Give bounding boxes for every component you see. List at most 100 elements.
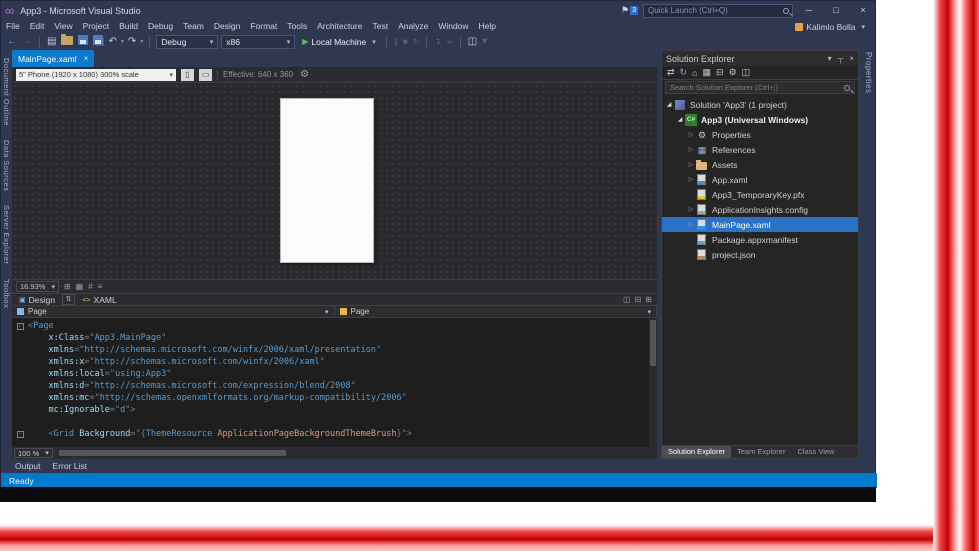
- undo-icon[interactable]: ↶: [107, 34, 117, 50]
- navigate-forward-icon[interactable]: →: [21, 34, 33, 50]
- tree-item-mainpage-xaml[interactable]: ▷ MainPage.xaml: [662, 217, 858, 232]
- device-preview-dropdown[interactable]: 5" Phone (1920 x 1080) 300% scale ▾: [16, 68, 176, 81]
- start-debugging-button[interactable]: ▶ Local Machine ▾: [298, 35, 379, 49]
- save-all-icon[interactable]: [92, 34, 104, 50]
- menu-project[interactable]: Project: [78, 20, 114, 33]
- menu-design[interactable]: Design: [209, 20, 245, 33]
- show-all-files-icon[interactable]: ▦: [703, 67, 712, 78]
- menu-test[interactable]: Test: [367, 20, 393, 33]
- expander-icon[interactable]: ▷: [686, 221, 696, 228]
- horizontal-scrollbar[interactable]: [56, 449, 655, 457]
- tool-tab-solution-explorer[interactable]: Solution Explorer: [662, 446, 732, 458]
- menu-tools[interactable]: Tools: [282, 20, 312, 33]
- side-tab-document-outline[interactable]: Document Outline: [2, 58, 11, 126]
- expand-pane-icon[interactable]: ⊞: [645, 295, 652, 304]
- landscape-orientation-icon[interactable]: ▭: [199, 68, 212, 81]
- tree-item-solution-app3-1-project[interactable]: ◢ Solution 'App3' (1 project): [662, 97, 858, 112]
- redo-dropdown-icon[interactable]: ▾: [140, 38, 143, 45]
- expander-icon[interactable]: ▷: [686, 131, 696, 138]
- designer-tool-icon-3[interactable]: ≡: [97, 282, 104, 291]
- properties-icon[interactable]: ⚙: [729, 67, 737, 78]
- sync-with-active-document-icon[interactable]: ⇄: [667, 67, 675, 78]
- tree-item-app3-temporarykey-pfx[interactable]: App3_TemporaryKey.pfx: [662, 187, 858, 202]
- home-icon[interactable]: ⌂: [692, 68, 697, 78]
- xaml-code-editor[interactable]: - <Page x:Class="App3.MainPage" xmlns="ht…: [12, 318, 657, 447]
- tree-item-references[interactable]: ▷ ▦ References: [662, 142, 858, 157]
- designer-tool-icon-2[interactable]: #: [87, 282, 93, 291]
- tree-item-project-json[interactable]: project.json: [662, 247, 858, 262]
- breadcrumb-element-dropdown[interactable]: Page ▾: [12, 306, 335, 317]
- panel-close-icon[interactable]: ×: [849, 54, 854, 63]
- menu-format[interactable]: Format: [245, 20, 282, 33]
- menu-window[interactable]: Window: [433, 20, 473, 33]
- menu-build[interactable]: Build: [114, 20, 143, 33]
- close-button[interactable]: ×: [852, 1, 874, 20]
- navigate-back-icon[interactable]: ←: [6, 34, 18, 50]
- expander-icon[interactable]: ▷: [686, 176, 696, 183]
- menu-help[interactable]: Help: [474, 20, 501, 33]
- fold-marker-icon[interactable]: -: [16, 430, 24, 438]
- tree-item-applicationinsights-config[interactable]: ▷ ApplicationInsights.config: [662, 202, 858, 217]
- tree-item-package-appxmanifest[interactable]: Package.appxmanifest: [662, 232, 858, 247]
- new-file-icon[interactable]: ▤: [46, 34, 57, 50]
- phone-artboard[interactable]: [280, 98, 374, 263]
- solution-search-input[interactable]: [665, 81, 855, 94]
- menu-edit[interactable]: Edit: [25, 20, 50, 33]
- menu-debug[interactable]: Debug: [143, 20, 178, 33]
- expander-icon[interactable]: ▷: [686, 161, 696, 168]
- document-tab-mainpage[interactable]: MainPage.xaml ×: [12, 50, 95, 67]
- collapse-all-icon[interactable]: ⊟: [716, 67, 724, 78]
- scrollbar-thumb[interactable]: [650, 320, 656, 366]
- quick-launch-input[interactable]: [643, 3, 793, 18]
- menu-analyze[interactable]: Analyze: [393, 20, 433, 33]
- scrollbar-thumb[interactable]: [58, 450, 287, 456]
- side-tab-server-explorer[interactable]: Server Explorer: [2, 205, 11, 265]
- preview-selected-items-icon[interactable]: ◫: [742, 67, 751, 78]
- expander-icon[interactable]: ▷: [686, 146, 696, 153]
- restart-icon[interactable]: ↻: [412, 34, 421, 50]
- panel-tab-error-list[interactable]: Error List: [53, 461, 87, 471]
- platform-dropdown[interactable]: x86 ▾: [221, 34, 296, 49]
- editor-zoom-dropdown[interactable]: 100 % ▾: [14, 448, 53, 458]
- designer-zoom-dropdown[interactable]: 16.93% ▾: [16, 281, 59, 292]
- pause-icon[interactable]: ∥: [393, 34, 399, 50]
- save-icon[interactable]: [77, 34, 89, 50]
- menu-view[interactable]: View: [49, 20, 77, 33]
- xaml-view-tab[interactable]: <> XAML: [75, 294, 124, 305]
- portrait-orientation-icon[interactable]: ▯: [181, 68, 194, 81]
- fold-marker-icon[interactable]: -: [16, 322, 24, 330]
- expander-icon[interactable]: ▷: [686, 206, 696, 213]
- tab-close-icon[interactable]: ×: [84, 54, 89, 63]
- split-vertical-icon[interactable]: ⊟: [635, 295, 642, 304]
- designer-settings-gear-icon[interactable]: ⚙: [300, 69, 309, 80]
- panel-tab-output[interactable]: Output: [15, 461, 41, 471]
- expander-icon[interactable]: ◢: [664, 101, 674, 108]
- stop-icon[interactable]: ■: [402, 34, 409, 50]
- auto-hide-pin-icon[interactable]: ┬: [838, 54, 844, 63]
- side-tab-toolbox[interactable]: Toolbox: [2, 279, 11, 308]
- split-horizontal-icon[interactable]: ◫: [623, 295, 631, 304]
- tree-item-app3-universal-windows[interactable]: ◢ C# App3 (Universal Windows): [662, 112, 858, 127]
- redo-icon[interactable]: ↷: [127, 34, 137, 50]
- swap-panes-icon[interactable]: ⇅: [62, 294, 76, 305]
- breadcrumb-member-dropdown[interactable]: Page ▾: [335, 306, 657, 317]
- side-tab-properties[interactable]: Properties: [864, 52, 873, 172]
- design-surface[interactable]: [12, 83, 657, 279]
- toolbar-overflow-icon[interactable]: ▾: [481, 34, 488, 50]
- minimize-button[interactable]: ─: [798, 1, 820, 20]
- menu-team[interactable]: Team: [178, 20, 209, 33]
- menu-file[interactable]: File: [1, 20, 25, 33]
- tool-tab-class-view[interactable]: Class View: [791, 446, 840, 458]
- maximize-button[interactable]: □: [825, 1, 847, 20]
- designer-tool-icon-0[interactable]: ⊞: [63, 282, 72, 291]
- step-over-icon[interactable]: ↳: [445, 34, 454, 50]
- configuration-dropdown[interactable]: Debug ▾: [156, 34, 219, 49]
- tool-tab-team-explorer[interactable]: Team Explorer: [731, 446, 791, 458]
- refresh-icon[interactable]: ↻: [680, 67, 688, 78]
- menu-architecture[interactable]: Architecture: [312, 20, 367, 33]
- design-view-tab[interactable]: ▣ Design: [12, 294, 62, 305]
- expander-icon[interactable]: ◢: [675, 116, 685, 123]
- tree-item-app-xaml[interactable]: ▷ App.xaml: [662, 172, 858, 187]
- designer-tool-icon-1[interactable]: ▦: [75, 282, 85, 291]
- vertical-scrollbar[interactable]: [649, 318, 657, 447]
